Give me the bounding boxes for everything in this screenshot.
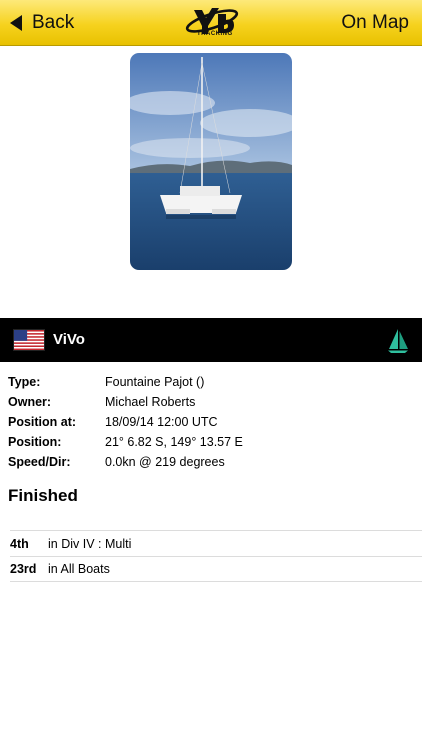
detail-row-position: Position: 21° 6.82 S, 149° 13.57 E xyxy=(8,432,418,452)
detail-row-position-at: Position at: 18/09/14 12:00 UTC xyxy=(8,412,418,432)
us-flag-icon xyxy=(13,329,45,351)
detail-value: Michael Roberts xyxy=(105,395,196,409)
logo-text: TRACKING xyxy=(197,31,233,37)
detail-label: Owner: xyxy=(8,395,52,409)
boat-header-bar: ViVo xyxy=(0,318,422,362)
detail-value: 18/09/14 12:00 UTC xyxy=(105,415,218,429)
navigation-bar: Back TRACKING On Map xyxy=(0,0,422,46)
on-map-button[interactable]: On Map xyxy=(341,0,409,46)
boat-photo xyxy=(130,53,292,270)
detail-label: Speed/Dir: xyxy=(8,455,71,469)
detail-value: 21° 6.82 S, 149° 13.57 E xyxy=(105,435,243,449)
detail-value: 0.0kn @ 219 degrees xyxy=(105,455,225,469)
boat-details: Type: Fountaine Pajot () Owner: Michael … xyxy=(8,372,418,472)
detail-row-speed-dir: Speed/Dir: 0.0kn @ 219 degrees xyxy=(8,452,418,472)
sailboat-icon[interactable] xyxy=(386,327,410,355)
detail-label: Position at: xyxy=(8,415,77,429)
rank-position: 4th xyxy=(10,536,29,551)
detail-label: Type: xyxy=(8,375,41,389)
back-button[interactable]: Back xyxy=(10,0,74,46)
back-arrow-icon xyxy=(10,15,22,31)
list-item[interactable]: 4th in Div IV : Multi xyxy=(10,530,422,556)
detail-row-type: Type: Fountaine Pajot () xyxy=(8,372,418,392)
back-label: Back xyxy=(32,12,75,33)
detail-value: Fountaine Pajot () xyxy=(105,375,205,389)
rank-division: in All Boats xyxy=(48,562,110,576)
race-status-heading: Finished xyxy=(8,486,78,505)
rank-position: 23rd xyxy=(10,562,37,576)
detail-label: Position: xyxy=(8,435,62,449)
list-item[interactable]: 23rd in All Boats xyxy=(10,556,422,582)
detail-row-owner: Owner: Michael Roberts xyxy=(8,392,418,412)
rank-division: in Div IV : Multi xyxy=(48,536,132,551)
boat-name: ViVo xyxy=(53,331,85,348)
rankings-list: 4th in Div IV : Multi 23rd in All Boats xyxy=(10,530,422,582)
